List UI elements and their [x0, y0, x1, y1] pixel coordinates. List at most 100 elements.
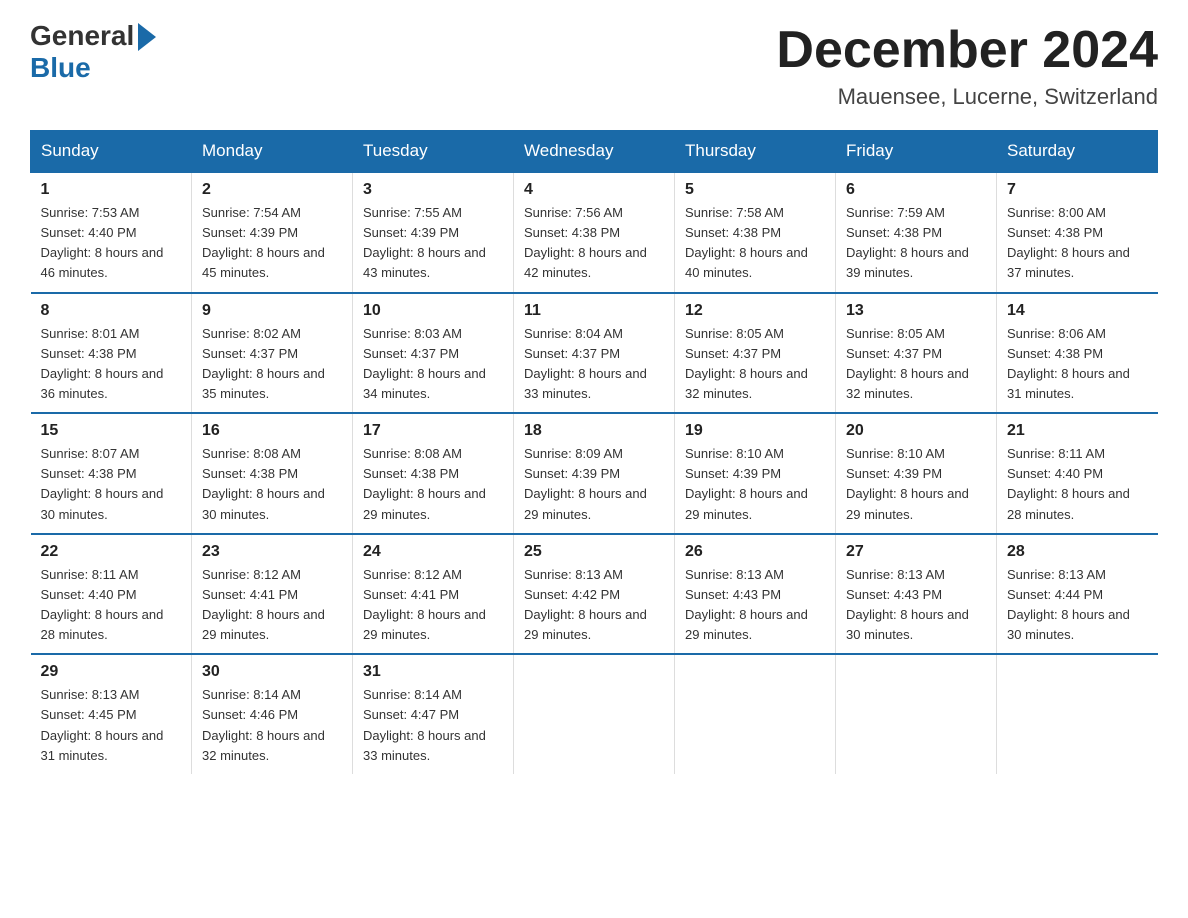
day-number: 31	[363, 663, 503, 681]
day-cell: 27 Sunrise: 8:13 AMSunset: 4:43 PMDayligh…	[836, 534, 997, 655]
day-cell: 3 Sunrise: 7:55 AMSunset: 4:39 PMDaylight…	[353, 172, 514, 293]
logo-general-text: General	[30, 20, 134, 52]
day-info: Sunrise: 8:11 AMSunset: 4:40 PMDaylight:…	[1007, 444, 1148, 525]
day-cell: 25 Sunrise: 8:13 AMSunset: 4:42 PMDayligh…	[514, 534, 675, 655]
day-info: Sunrise: 8:10 AMSunset: 4:39 PMDaylight:…	[685, 444, 825, 525]
day-info: Sunrise: 8:13 AMSunset: 4:44 PMDaylight:…	[1007, 565, 1148, 646]
day-info: Sunrise: 8:09 AMSunset: 4:39 PMDaylight:…	[524, 444, 664, 525]
day-info: Sunrise: 7:58 AMSunset: 4:38 PMDaylight:…	[685, 203, 825, 284]
day-number: 16	[202, 422, 342, 440]
day-cell: 5 Sunrise: 7:58 AMSunset: 4:38 PMDaylight…	[675, 172, 836, 293]
day-number: 20	[846, 422, 986, 440]
day-number: 4	[524, 181, 664, 199]
day-info: Sunrise: 8:11 AMSunset: 4:40 PMDaylight:…	[41, 565, 182, 646]
day-cell	[836, 654, 997, 774]
day-info: Sunrise: 8:08 AMSunset: 4:38 PMDaylight:…	[363, 444, 503, 525]
day-info: Sunrise: 8:01 AMSunset: 4:38 PMDaylight:…	[41, 324, 182, 405]
day-info: Sunrise: 8:00 AMSunset: 4:38 PMDaylight:…	[1007, 203, 1148, 284]
day-info: Sunrise: 7:56 AMSunset: 4:38 PMDaylight:…	[524, 203, 664, 284]
header-monday: Monday	[192, 131, 353, 173]
day-number: 24	[363, 543, 503, 561]
day-cell: 7 Sunrise: 8:00 AMSunset: 4:38 PMDaylight…	[997, 172, 1158, 293]
day-info: Sunrise: 7:59 AMSunset: 4:38 PMDaylight:…	[846, 203, 986, 284]
day-info: Sunrise: 8:12 AMSunset: 4:41 PMDaylight:…	[202, 565, 342, 646]
day-number: 18	[524, 422, 664, 440]
day-cell: 2Sunrise: 7:54 AMSunset: 4:39 PMDaylight…	[192, 172, 353, 293]
page-header: General Blue December 2024 Mauensee, Luc…	[30, 20, 1158, 110]
day-cell	[675, 654, 836, 774]
day-number: 9	[202, 302, 342, 320]
day-info: Sunrise: 8:10 AMSunset: 4:39 PMDaylight:…	[846, 444, 986, 525]
day-cell: 16 Sunrise: 8:08 AMSunset: 4:38 PMDayligh…	[192, 413, 353, 534]
day-number: 27	[846, 543, 986, 561]
day-number: 17	[363, 422, 503, 440]
day-number: 7	[1007, 181, 1148, 199]
day-info: Sunrise: 8:03 AMSunset: 4:37 PMDaylight:…	[363, 324, 503, 405]
day-cell: 26Sunrise: 8:13 AMSunset: 4:43 PMDayligh…	[675, 534, 836, 655]
day-number: 11	[524, 302, 664, 320]
day-number: 26	[685, 543, 825, 561]
day-cell: 13Sunrise: 8:05 AMSunset: 4:37 PMDayligh…	[836, 293, 997, 414]
day-info: Sunrise: 8:08 AMSunset: 4:38 PMDaylight:…	[202, 444, 342, 525]
week-row-1: 1Sunrise: 7:53 AMSunset: 4:40 PMDaylight…	[31, 172, 1158, 293]
calendar-header-row: SundayMondayTuesdayWednesdayThursdayFrid…	[31, 131, 1158, 173]
day-cell: 30Sunrise: 8:14 AMSunset: 4:46 PMDayligh…	[192, 654, 353, 774]
day-cell: 28Sunrise: 8:13 AMSunset: 4:44 PMDayligh…	[997, 534, 1158, 655]
month-title: December 2024	[776, 20, 1158, 80]
day-info: Sunrise: 8:06 AMSunset: 4:38 PMDaylight:…	[1007, 324, 1148, 405]
day-number: 6	[846, 181, 986, 199]
location-text: Mauensee, Lucerne, Switzerland	[776, 84, 1158, 110]
day-number: 22	[41, 543, 182, 561]
title-section: December 2024 Mauensee, Lucerne, Switzer…	[776, 20, 1158, 110]
day-cell: 8 Sunrise: 8:01 AMSunset: 4:38 PMDaylight…	[31, 293, 192, 414]
day-cell: 15Sunrise: 8:07 AMSunset: 4:38 PMDayligh…	[31, 413, 192, 534]
day-cell: 11 Sunrise: 8:04 AMSunset: 4:37 PMDayligh…	[514, 293, 675, 414]
week-row-2: 8 Sunrise: 8:01 AMSunset: 4:38 PMDaylight…	[31, 293, 1158, 414]
day-number: 21	[1007, 422, 1148, 440]
day-info: Sunrise: 7:55 AMSunset: 4:39 PMDaylight:…	[363, 203, 503, 284]
day-cell: 18 Sunrise: 8:09 AMSunset: 4:39 PMDayligh…	[514, 413, 675, 534]
day-cell: 4 Sunrise: 7:56 AMSunset: 4:38 PMDaylight…	[514, 172, 675, 293]
logo: General Blue	[30, 20, 156, 84]
day-cell: 31 Sunrise: 8:14 AMSunset: 4:47 PMDayligh…	[353, 654, 514, 774]
day-number: 12	[685, 302, 825, 320]
day-cell: 17 Sunrise: 8:08 AMSunset: 4:38 PMDayligh…	[353, 413, 514, 534]
day-number: 15	[41, 422, 182, 440]
header-thursday: Thursday	[675, 131, 836, 173]
day-cell: 29 Sunrise: 8:13 AMSunset: 4:45 PMDayligh…	[31, 654, 192, 774]
day-info: Sunrise: 8:12 AMSunset: 4:41 PMDaylight:…	[363, 565, 503, 646]
day-cell: 21 Sunrise: 8:11 AMSunset: 4:40 PMDayligh…	[997, 413, 1158, 534]
day-info: Sunrise: 8:02 AMSunset: 4:37 PMDaylight:…	[202, 324, 342, 405]
day-number: 3	[363, 181, 503, 199]
week-row-5: 29 Sunrise: 8:13 AMSunset: 4:45 PMDayligh…	[31, 654, 1158, 774]
calendar-table: SundayMondayTuesdayWednesdayThursdayFrid…	[30, 130, 1158, 774]
day-info: Sunrise: 8:13 AMSunset: 4:42 PMDaylight:…	[524, 565, 664, 646]
day-cell: 1Sunrise: 7:53 AMSunset: 4:40 PMDaylight…	[31, 172, 192, 293]
header-sunday: Sunday	[31, 131, 192, 173]
day-info: Sunrise: 8:14 AMSunset: 4:47 PMDaylight:…	[363, 685, 503, 766]
day-info: Sunrise: 8:13 AMSunset: 4:45 PMDaylight:…	[41, 685, 182, 766]
day-info: Sunrise: 8:13 AMSunset: 4:43 PMDaylight:…	[846, 565, 986, 646]
day-number: 30	[202, 663, 342, 681]
day-cell: 14 Sunrise: 8:06 AMSunset: 4:38 PMDayligh…	[997, 293, 1158, 414]
header-saturday: Saturday	[997, 131, 1158, 173]
day-number: 25	[524, 543, 664, 561]
day-cell	[997, 654, 1158, 774]
logo-arrow-icon	[138, 23, 156, 51]
day-cell: 6 Sunrise: 7:59 AMSunset: 4:38 PMDaylight…	[836, 172, 997, 293]
day-number: 29	[41, 663, 182, 681]
day-number: 14	[1007, 302, 1148, 320]
day-info: Sunrise: 8:05 AMSunset: 4:37 PMDaylight:…	[846, 324, 986, 405]
day-cell: 22 Sunrise: 8:11 AMSunset: 4:40 PMDayligh…	[31, 534, 192, 655]
day-number: 5	[685, 181, 825, 199]
week-row-3: 15Sunrise: 8:07 AMSunset: 4:38 PMDayligh…	[31, 413, 1158, 534]
day-cell: 23Sunrise: 8:12 AMSunset: 4:41 PMDayligh…	[192, 534, 353, 655]
day-number: 10	[363, 302, 503, 320]
header-friday: Friday	[836, 131, 997, 173]
day-cell: 12Sunrise: 8:05 AMSunset: 4:37 PMDayligh…	[675, 293, 836, 414]
day-number: 2	[202, 181, 342, 199]
logo-blue-text: Blue	[30, 52, 91, 84]
day-number: 1	[41, 181, 182, 199]
day-number: 8	[41, 302, 182, 320]
day-info: Sunrise: 8:04 AMSunset: 4:37 PMDaylight:…	[524, 324, 664, 405]
